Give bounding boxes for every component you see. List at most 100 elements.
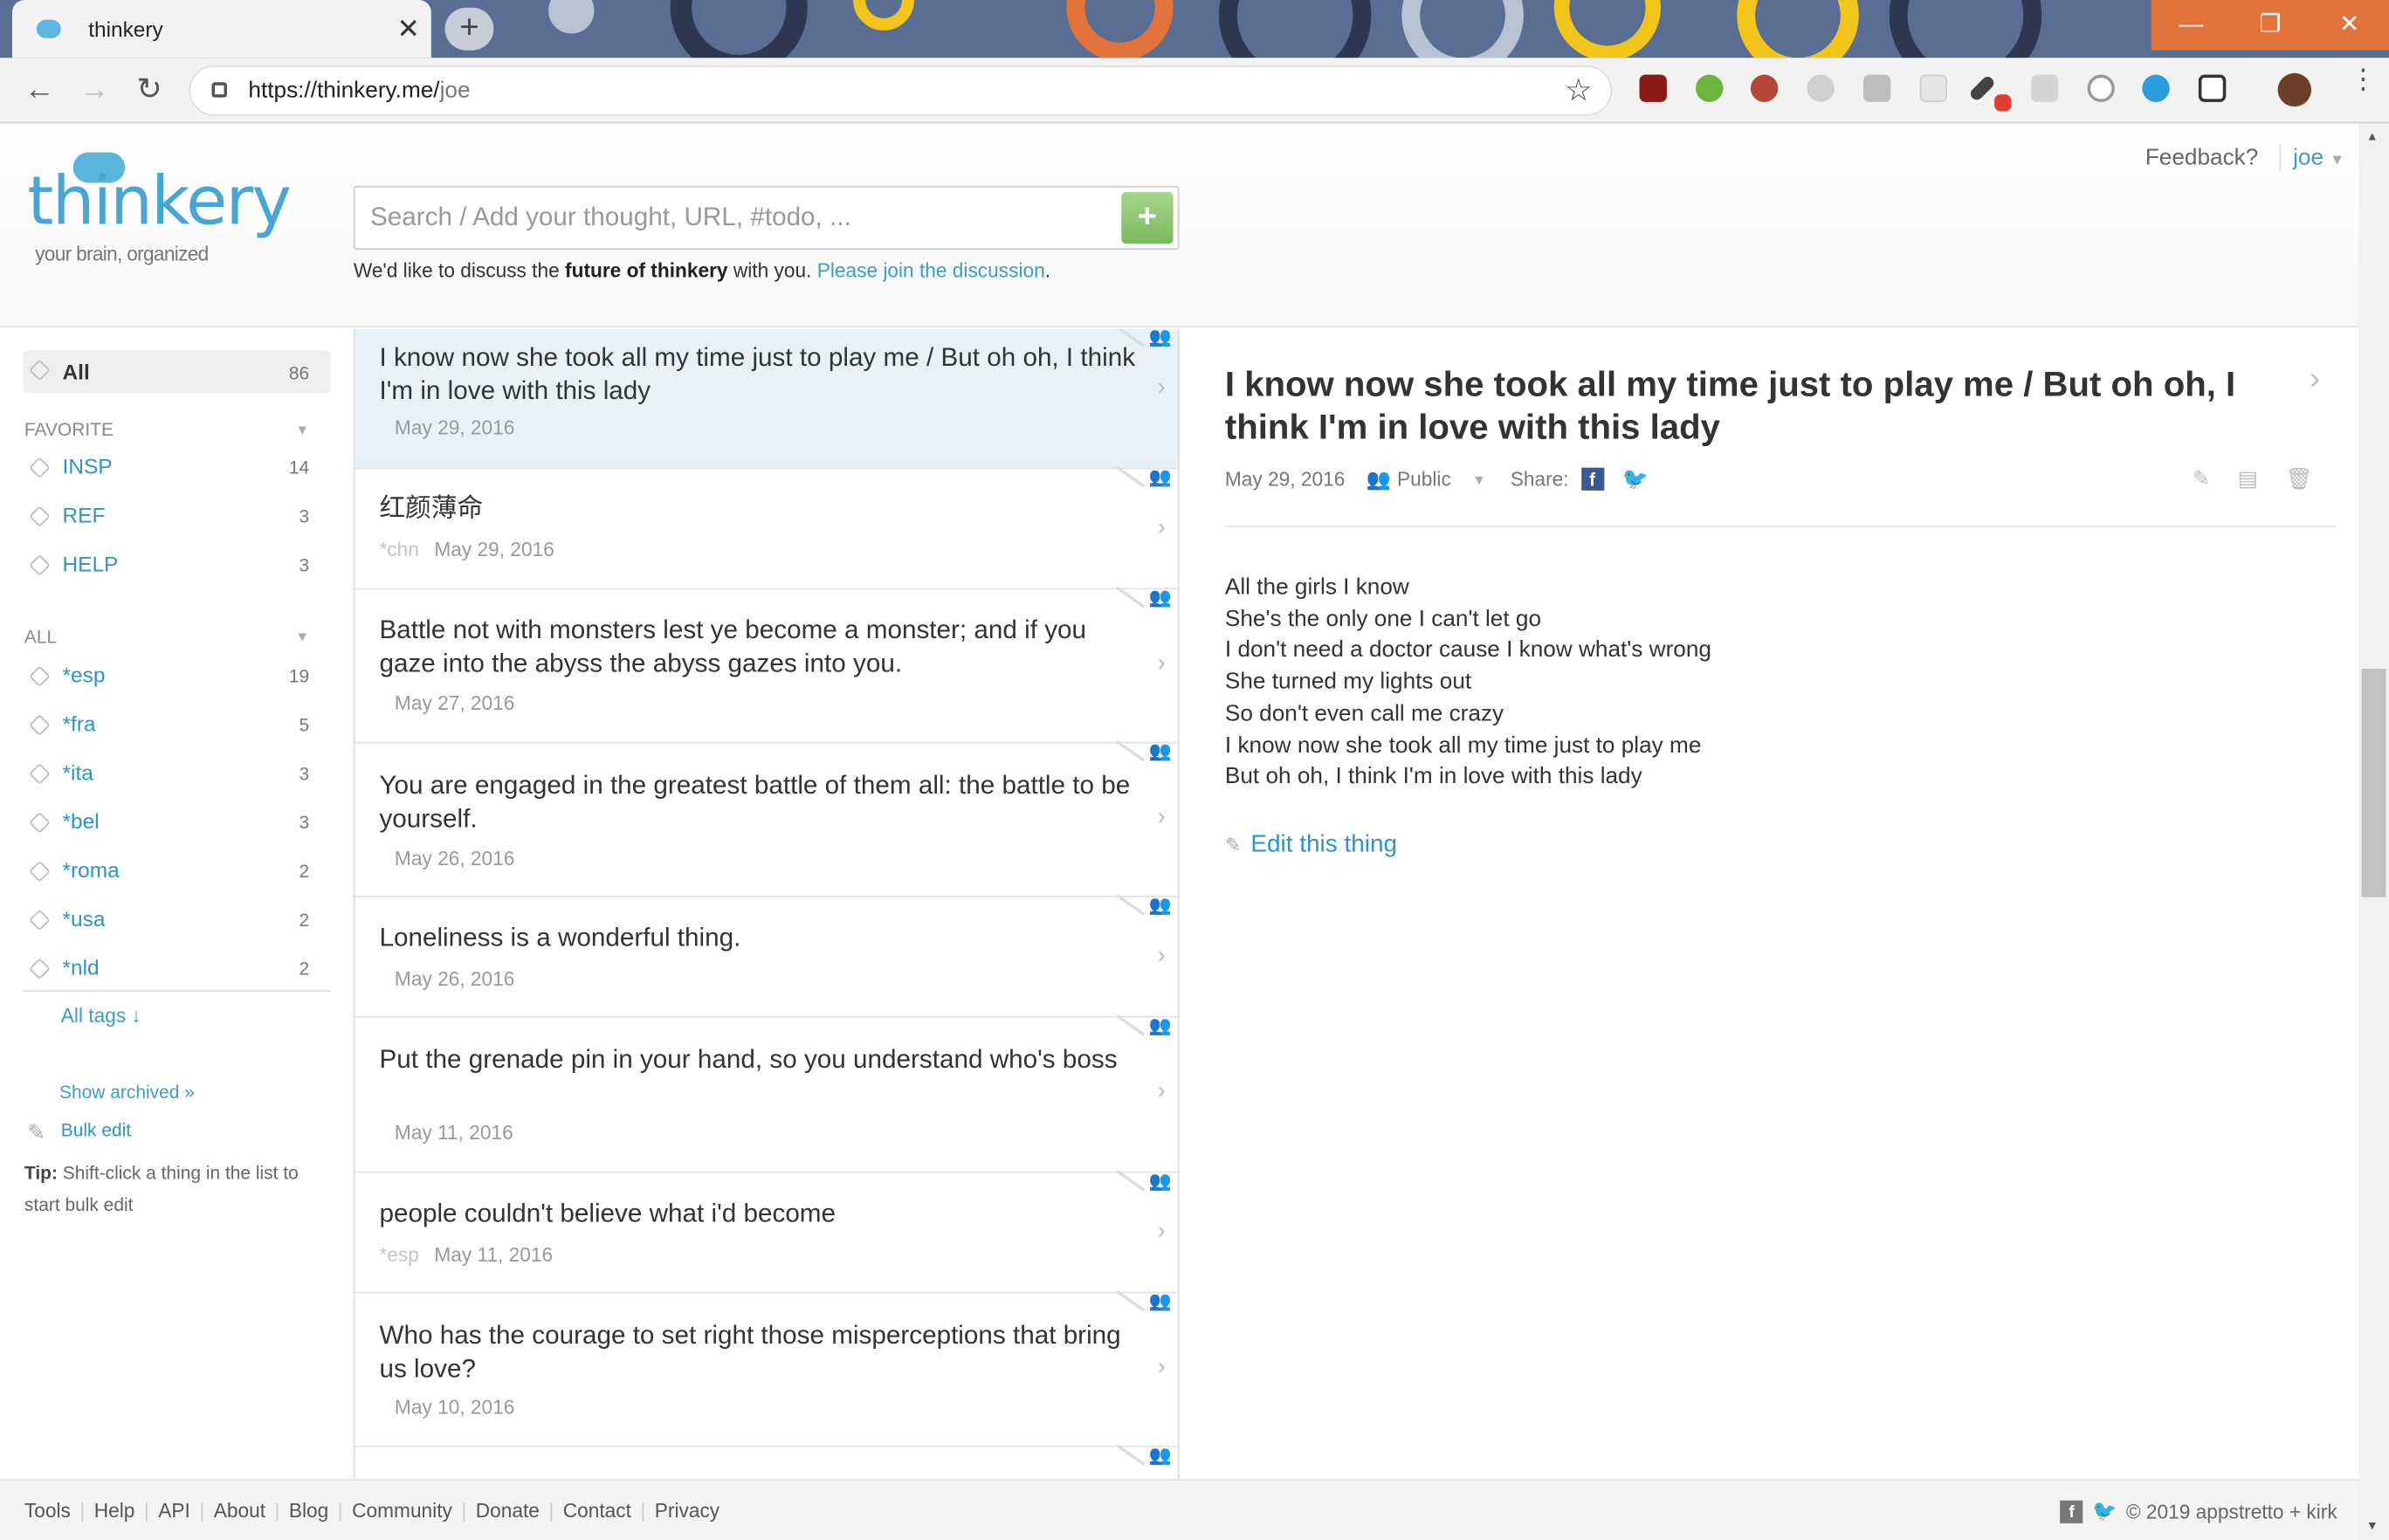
profile-avatar[interactable]: [2277, 72, 2312, 107]
people-icon: 👥: [1148, 894, 1172, 916]
list-item-date: May 27, 2016: [394, 691, 515, 715]
bookmark-star-icon[interactable]: ☆: [1565, 72, 1592, 110]
restore-button[interactable]: ❐: [2230, 0, 2310, 51]
close-tab-icon[interactable]: ✕: [385, 13, 430, 45]
extension-icon[interactable]: [1696, 74, 1724, 102]
browser-tab[interactable]: thinkery ✕: [11, 0, 431, 58]
footer-link-about[interactable]: About: [214, 1499, 265, 1522]
eyedropper-icon[interactable]: [1968, 74, 1997, 103]
scrollbar-thumb[interactable]: [2361, 669, 2386, 897]
list-item[interactable]: 👥 Battle not with monsters lest ye becom…: [355, 586, 1178, 744]
visibility-selector[interactable]: Public: [1397, 468, 1451, 491]
sidebar-item-bel[interactable]: *bel 3: [23, 804, 330, 841]
list-item[interactable]: 👥 You are engaged in the greatest battle…: [355, 739, 1178, 897]
new-tab-button[interactable]: +: [444, 7, 494, 51]
logo[interactable]: thinkery: [27, 163, 292, 241]
sidebar-item-nld[interactable]: *nld 2: [23, 951, 330, 987]
list-item[interactable]: 👥 Loneliness is a wonderful thing. May 2…: [355, 894, 1178, 1018]
thinkery-favicon-icon: [36, 19, 61, 38]
sidebar-item-all[interactable]: All 86: [23, 350, 331, 394]
bulk-edit-link[interactable]: Bulk edit: [61, 1119, 131, 1140]
twitter-share-icon[interactable]: 🐦: [1622, 466, 1649, 492]
crop-icon[interactable]: [2198, 74, 2227, 102]
sidebar: All 86 FAVORITE ▼ INSP 14 REF 3 HELP 3 ALL …: [0, 328, 354, 1480]
minimize-button[interactable]: —: [2151, 0, 2231, 51]
sidebar-item-insp[interactable]: INSP 14: [23, 450, 330, 486]
all-tags-link[interactable]: All tags ↓: [61, 1004, 141, 1027]
back-arrow-icon[interactable]: ←: [21, 72, 58, 108]
browser-menu-icon[interactable]: ⋮: [2350, 65, 2377, 93]
tag-icon: [29, 811, 51, 834]
chevron-down-icon[interactable]: ▼: [1472, 471, 1486, 486]
chevron-right-icon[interactable]: ›: [2310, 362, 2320, 397]
collapse-all-icon[interactable]: ▼: [296, 629, 310, 644]
footer-link-blog[interactable]: Blog: [289, 1499, 328, 1522]
scroll-down-icon[interactable]: ▼: [2366, 1519, 2379, 1533]
footer-link-api[interactable]: API: [158, 1499, 190, 1522]
trash-icon[interactable]: 🗑: [2285, 466, 2312, 492]
reload-icon[interactable]: ↻: [131, 72, 168, 108]
footer-link-help[interactable]: Help: [94, 1499, 135, 1522]
facebook-share-icon[interactable]: f: [1580, 467, 1604, 491]
search-input[interactable]: [355, 187, 1114, 249]
sidebar-item-help[interactable]: HELP 3: [23, 547, 330, 583]
chevron-right-icon[interactable]: ›: [1158, 943, 1166, 970]
chevron-right-icon[interactable]: ›: [1158, 650, 1166, 677]
user-menu[interactable]: joe ▼: [2279, 144, 2344, 171]
extension-icon[interactable]: [1919, 74, 1947, 102]
list-item[interactable]: 👥: [355, 1443, 1178, 1480]
list-item[interactable]: 👥 Who has the courage to set right those…: [355, 1289, 1178, 1447]
sidebar-item-ref[interactable]: REF 3: [23, 498, 330, 535]
chevron-right-icon[interactable]: ›: [1158, 1354, 1166, 1381]
footer-link-tools[interactable]: Tools: [24, 1499, 71, 1522]
chevron-right-icon[interactable]: ›: [1158, 515, 1166, 542]
address-bar[interactable]: https://thinkery.me/joe ☆: [189, 65, 1613, 116]
extension-icon[interactable]: [1863, 74, 1891, 102]
sidebar-item-fra[interactable]: *fra 5: [23, 707, 330, 744]
footer-link-contact[interactable]: Contact: [563, 1499, 631, 1522]
tab-title: thinkery: [88, 17, 163, 42]
list-item[interactable]: 👥 people couldn't believe what i'd becom…: [355, 1169, 1178, 1294]
show-archived-link[interactable]: Show archived »: [59, 1082, 195, 1103]
close-window-button[interactable]: ✕: [2310, 0, 2389, 51]
page-scrollbar[interactable]: ▲ ▼: [2358, 123, 2389, 1540]
theme-decoration: [1553, 0, 1661, 58]
color-swatch-icon: [1994, 94, 2012, 112]
chevron-right-icon[interactable]: ›: [1158, 804, 1166, 831]
chevron-right-icon[interactable]: ›: [1158, 375, 1166, 402]
edit-thing-link[interactable]: ✎ Edit this thing: [1225, 832, 1397, 859]
theme-decoration: [670, 0, 808, 58]
forward-arrow-icon[interactable]: →: [76, 72, 113, 108]
chevron-right-icon[interactable]: ›: [1158, 1219, 1166, 1246]
list-item[interactable]: 👥 I know now she took all my time just t…: [355, 328, 1178, 470]
list-item[interactable]: 👥 红颜薄命 *chn May 29, 2016 ›: [355, 465, 1178, 590]
extension-icon[interactable]: [1807, 74, 1835, 102]
extension-icon[interactable]: [1750, 74, 1779, 102]
sidebar-item-esp[interactable]: *esp 19: [23, 658, 330, 695]
footer-link-community[interactable]: Community: [352, 1499, 452, 1522]
facebook-icon[interactable]: f: [2060, 1499, 2083, 1523]
twitter-icon[interactable]: 🐦: [2092, 1499, 2117, 1523]
power-icon[interactable]: [2087, 74, 2115, 102]
edit-pencil-icon[interactable]: ✎: [2193, 466, 2210, 492]
list-item[interactable]: 👥 Put the grenade pin in your hand, so y…: [355, 1014, 1178, 1173]
footer-link-donate[interactable]: Donate: [476, 1499, 540, 1522]
item-count: 5: [299, 714, 310, 736]
archive-icon[interactable]: ▤: [2238, 466, 2258, 492]
ublock-extension-icon[interactable]: [1639, 74, 1667, 102]
extension-icon[interactable]: [2030, 74, 2059, 102]
feedback-link[interactable]: Feedback?: [2145, 145, 2259, 171]
sidebar-item-roma[interactable]: *roma 2: [23, 853, 330, 890]
chevron-right-icon[interactable]: ›: [1158, 1078, 1166, 1105]
footer-link-privacy[interactable]: Privacy: [655, 1499, 719, 1522]
people-icon: 👥: [1148, 740, 1172, 762]
search-add-button[interactable]: +: [1121, 191, 1174, 244]
sidebar-item-ita[interactable]: *ita 3: [23, 755, 330, 792]
scroll-up-icon[interactable]: ▲: [2366, 129, 2379, 143]
theme-decoration: [1218, 0, 1372, 58]
join-discussion-link[interactable]: Please join the discussion: [817, 259, 1045, 282]
collapse-favorite-icon[interactable]: ▼: [296, 422, 310, 437]
sidebar-item-usa[interactable]: *usa 2: [23, 902, 330, 938]
extension-icon[interactable]: [2142, 74, 2170, 102]
app-header: thinkery your brain, organized + We'd li…: [0, 123, 2359, 328]
